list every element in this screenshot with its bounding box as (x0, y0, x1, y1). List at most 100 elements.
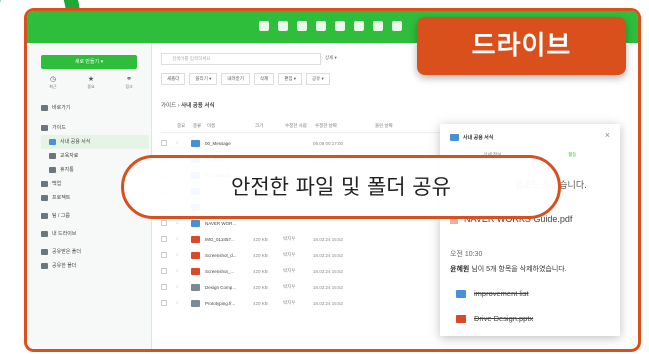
row-checkbox[interactable] (161, 236, 167, 242)
table-row[interactable]: ☆ Prototyping.fr... 420 KB 박지우 18.02.24 15:5… (161, 295, 461, 311)
star-icon[interactable]: ☆ (175, 220, 183, 226)
breadcrumb-parent[interactable]: 가이드 (161, 103, 176, 109)
contacts-icon[interactable] (316, 21, 326, 31)
sidebar-item-shared-with-me[interactable]: 공유받은 폴더 (41, 245, 149, 259)
team-icon (41, 213, 48, 219)
file-date: 06.08 00:17:00 (313, 140, 344, 146)
folder-icon (49, 139, 56, 145)
home-icon[interactable] (259, 21, 269, 31)
file-owner: 박지우 (283, 284, 296, 289)
chat-icon[interactable] (373, 21, 383, 31)
file-size: 420 KB (253, 284, 268, 290)
quick-link[interactable]: ⚭ 링크 (117, 75, 141, 90)
file-name[interactable]: Design Comp... (205, 285, 253, 290)
panel-title: 사내 공용 서식 (450, 134, 493, 141)
file-name[interactable]: NAVER WOR... (205, 221, 253, 226)
new-button[interactable]: 새로 만들기 ▾ (41, 55, 137, 69)
folder-icon (41, 105, 48, 111)
row-checkbox[interactable] (161, 140, 167, 146)
row-checkbox[interactable] (161, 300, 167, 306)
file-owner: 박지우 (283, 252, 296, 257)
table-row[interactable]: ☆ Screenshot_d... 420 KB 박지우 18.02.24 15:52 (161, 247, 461, 263)
new-folder-button[interactable]: 새폴더 (161, 73, 186, 85)
file-size: 420 KB (253, 300, 268, 306)
quick-recent[interactable]: ◷ 최근 (41, 75, 65, 90)
star-icon[interactable]: ☆ (175, 236, 183, 242)
tab-activity[interactable]: 활동 (568, 152, 576, 158)
table-row[interactable]: ☆ Design Comp... 420 KB 박지우 18.02.24 15:52 (161, 279, 461, 295)
tagline-pill: 안전한 파일 및 폴더 공유 (121, 155, 561, 219)
file-name[interactable]: IMG_013457... (205, 237, 253, 242)
file-type-icon (191, 267, 200, 275)
folder-icon (41, 125, 48, 131)
upload-button[interactable]: 올리기 ▾ (189, 73, 218, 85)
breadcrumb-current: 사내 공용 서식 (181, 103, 215, 109)
file-type-icon (191, 219, 200, 227)
shared-in-icon (41, 249, 48, 255)
shared-out-icon (41, 263, 48, 269)
product-badge: 드라이브 (417, 17, 626, 75)
file-date: 18.02.24 15:52 (313, 236, 344, 242)
star-icon[interactable]: ☆ (175, 284, 183, 290)
folder-icon (456, 289, 466, 298)
breadcrumb: 가이드 › 사내 공용 서식 (161, 103, 215, 109)
link-icon: ⚭ (126, 76, 132, 83)
file-date: 18.02.24 15:52 (313, 252, 344, 258)
file-name[interactable]: Prototyping.fr... (205, 301, 253, 306)
table-row[interactable]: ☆ IMG_013457... 420 KB 박지우 18.02.24 15:52 (161, 231, 461, 247)
sidebar-item-shared-by-me[interactable]: 공유한 폴더 (41, 259, 149, 273)
file-date: 18.02.24 15:52 (313, 268, 344, 274)
file-name[interactable]: Screenshot_... (205, 269, 253, 274)
file-owner: 박지우 (283, 268, 296, 273)
sidebar-item-templates[interactable]: 사내 공용 서식 (41, 135, 149, 149)
star-icon: ★ (87, 76, 95, 83)
folder-icon (49, 153, 56, 159)
file-type-icon (191, 235, 200, 243)
file-name[interactable]: 00_Message (205, 141, 253, 146)
file-owner: 박지우 (283, 236, 296, 241)
table-row[interactable]: ☆ Screenshot_... 420 KB 박지우 18.02.24 15:52 (161, 263, 461, 279)
file-owner: 박지우 (283, 300, 296, 305)
star-icon[interactable]: ☆ (175, 300, 183, 306)
file-name[interactable]: Screenshot_d... (205, 253, 253, 258)
board-icon[interactable] (335, 21, 345, 31)
star-icon[interactable]: ☆ (175, 140, 183, 146)
sidebar-item-shortcuts[interactable]: 바로가기 (41, 101, 149, 115)
delete-button[interactable]: 삭제 (253, 73, 275, 85)
star-icon[interactable]: ☆ (175, 268, 183, 274)
toolbar: 새폴더 올리기 ▾ 내려받기 삭제 편집 ▾ 공유 ▾ (161, 73, 330, 85)
close-icon[interactable]: × (605, 130, 610, 140)
share-button[interactable]: 공유 ▾ (306, 73, 330, 85)
sidebar-item-guide[interactable]: 가이드 (41, 121, 149, 135)
file-size: 420 KB (253, 252, 268, 258)
search-input[interactable]: 검색어를 입력하세요 (161, 53, 321, 65)
row-checkbox[interactable] (161, 284, 167, 290)
star-icon[interactable]: ☆ (175, 252, 183, 258)
deleted-item[interactable]: Drive Design.pptx (456, 314, 533, 323)
calendar-icon[interactable] (297, 21, 307, 31)
sidebar-item-my-drive[interactable]: 내 드라이브 (41, 227, 149, 241)
detail-select[interactable]: 상세 ▾ (325, 55, 337, 61)
row-checkbox[interactable] (161, 220, 167, 226)
activity-time: 오전 10:30 (450, 251, 483, 258)
folder-icon (450, 134, 459, 141)
row-checkbox[interactable] (161, 252, 167, 258)
file-type-icon (191, 283, 200, 291)
deleted-item[interactable]: improvement list (456, 289, 529, 298)
quick-important[interactable]: ★ 중요 (79, 75, 103, 90)
file-size: 420 KB (253, 268, 268, 274)
table-row[interactable]: ☆ 00_Message 06.08 00:17:00 (161, 135, 461, 151)
file-type-icon (191, 299, 200, 307)
drive-icon (41, 231, 48, 237)
app-switcher (259, 21, 402, 31)
edit-button[interactable]: 편집 ▾ (278, 73, 302, 85)
drive-icon[interactable] (354, 21, 364, 31)
clock-icon: ◷ (49, 76, 57, 83)
row-checkbox[interactable] (161, 268, 167, 274)
mail-icon[interactable] (278, 21, 288, 31)
file-date: 18.02.24 15:52 (313, 300, 344, 306)
file-type-icon (191, 139, 200, 147)
file-size: 420 KB (253, 236, 268, 242)
more-apps-icon[interactable] (392, 21, 402, 31)
download-button[interactable]: 내려받기 (221, 73, 250, 85)
